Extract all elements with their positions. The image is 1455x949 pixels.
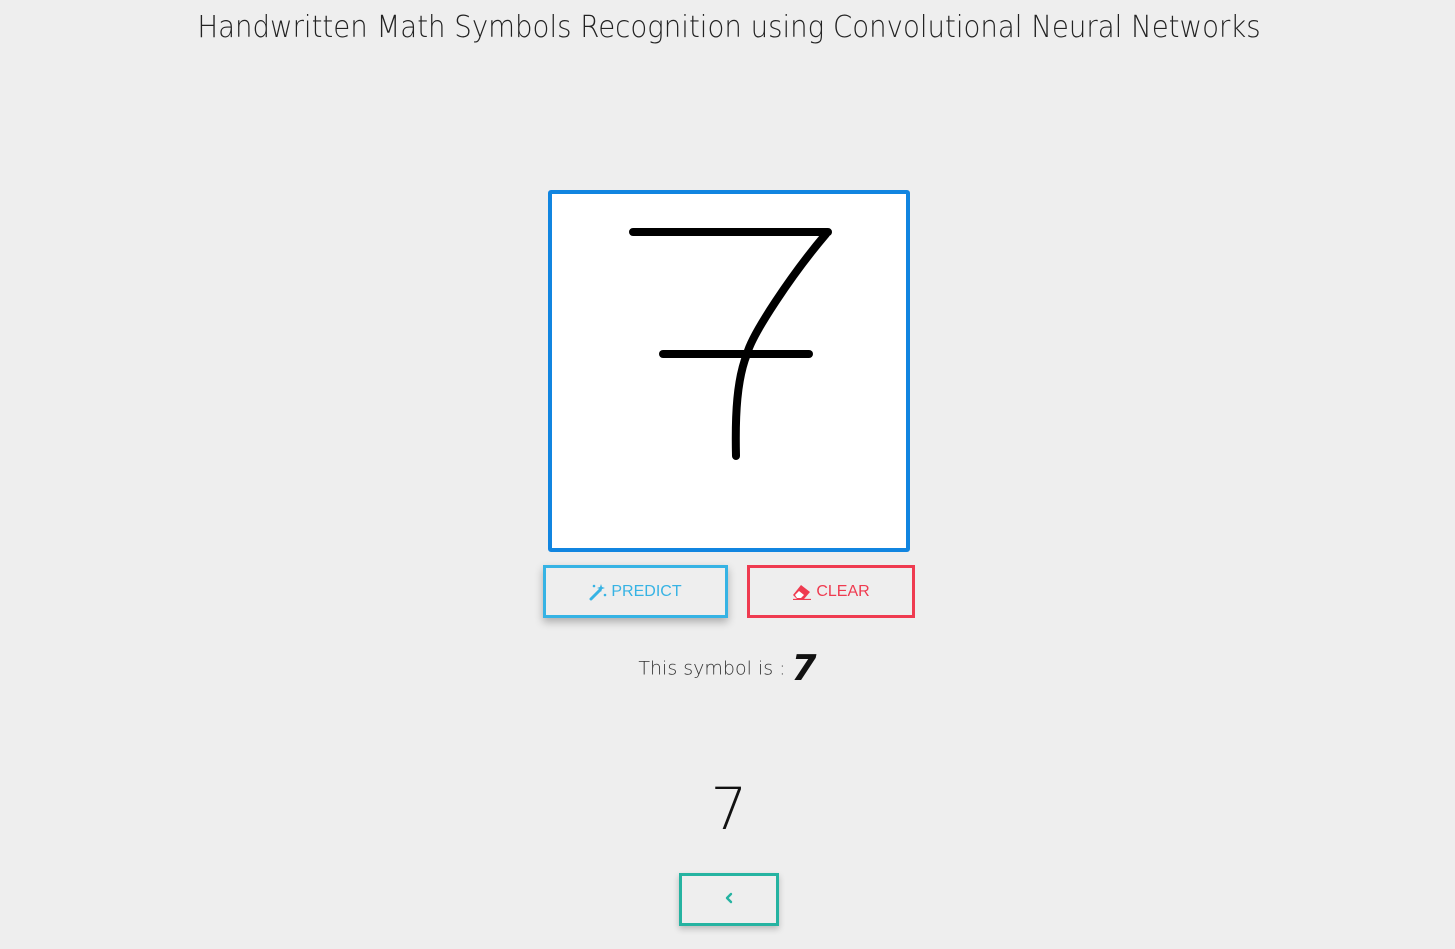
- result-value: 7: [791, 648, 817, 689]
- clear-button-label: CLEAR: [816, 582, 870, 600]
- predict-button[interactable]: PREDICT: [543, 565, 728, 618]
- magic-wand-icon: [589, 583, 607, 601]
- back-button[interactable]: [679, 873, 779, 926]
- predict-button-label: PREDICT: [611, 582, 682, 600]
- handwritten-stroke: [629, 228, 832, 460]
- prediction-result: This symbol is :7: [0, 648, 1455, 689]
- predicted-symbol-display: 7: [710, 775, 748, 843]
- clear-button[interactable]: CLEAR: [747, 565, 915, 618]
- eraser-icon: [792, 584, 812, 600]
- drawing-canvas[interactable]: [548, 190, 910, 552]
- page-title: Handwritten Math Symbols Recognition usi…: [197, 10, 1261, 45]
- chevron-left-icon: [724, 891, 734, 909]
- result-label: This symbol is :: [638, 657, 786, 680]
